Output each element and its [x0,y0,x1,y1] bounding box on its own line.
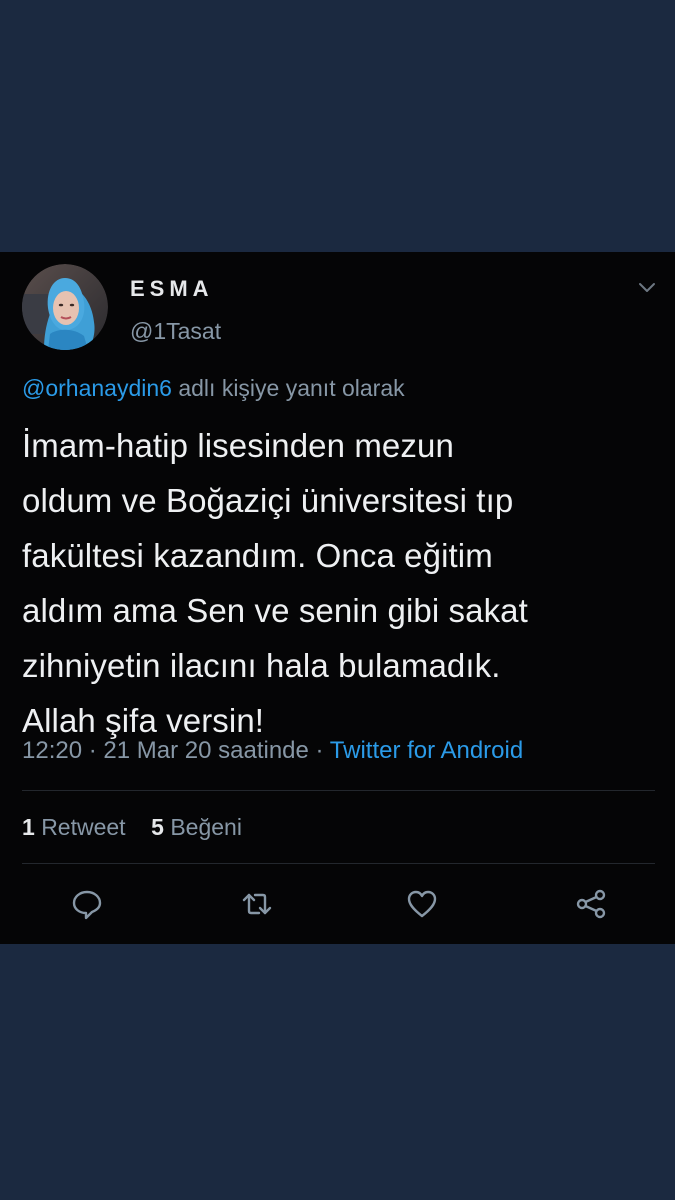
reply-icon[interactable] [70,887,104,921]
divider [22,863,655,864]
heart-icon[interactable] [405,887,439,921]
divider [22,790,655,791]
retweet-stat[interactable]: 1 Retweet [22,814,126,840]
like-count: 5 [151,814,164,840]
retweet-count: 1 [22,814,35,840]
tweet-text-line: oldum ve Boğaziçi üniversitesi tıp [22,482,514,519]
tweet-stats: 1 Retweet 5 Beğeni [22,814,242,841]
tweet-source-link[interactable]: Twitter for Android [330,737,523,764]
meta-separator: · [315,737,324,764]
like-label: Beğeni [170,814,242,840]
tweet-text: İmam-hatip lisesinden mezun oldum ve Boğ… [22,418,652,748]
like-stat[interactable]: 5 Beğeni [151,814,242,840]
screenshot-page: ESMA @1Tasat @orhanaydin6 adlı kişiye ya… [0,0,675,1200]
user-handle[interactable]: @1Tasat [130,318,221,345]
tweet-meta: 12:20 · 21 Mar 20 saatinde · Twitter for… [22,737,523,765]
reply-context-label: adlı kişiye yanıt olarak [178,375,405,401]
display-name[interactable]: ESMA [130,276,214,302]
reply-context: @orhanaydin6 adlı kişiye yanıt olarak [22,375,405,402]
tweet-text-line: İmam-hatip lisesinden mezun [22,427,454,464]
retweet-icon[interactable] [240,887,274,921]
tweet-text-line: aldım ama Sen ve senin gibi sakat [22,592,528,629]
avatar[interactable] [22,264,108,350]
tweet-text-line: fakültesi kazandım. Onca eğitim [22,537,493,574]
reply-mention-link[interactable]: @orhanaydin6 [22,375,172,401]
retweet-label: Retweet [41,814,126,840]
tweet-text-line: zihniyetin ilacını hala bulamadık. [22,647,501,684]
meta-separator: · [88,737,97,764]
chevron-down-icon[interactable] [636,278,658,298]
tweet-time: 12:20 [22,737,83,764]
share-icon[interactable] [574,887,608,921]
tweet-date: 21 Mar 20 saatinde [103,737,309,764]
